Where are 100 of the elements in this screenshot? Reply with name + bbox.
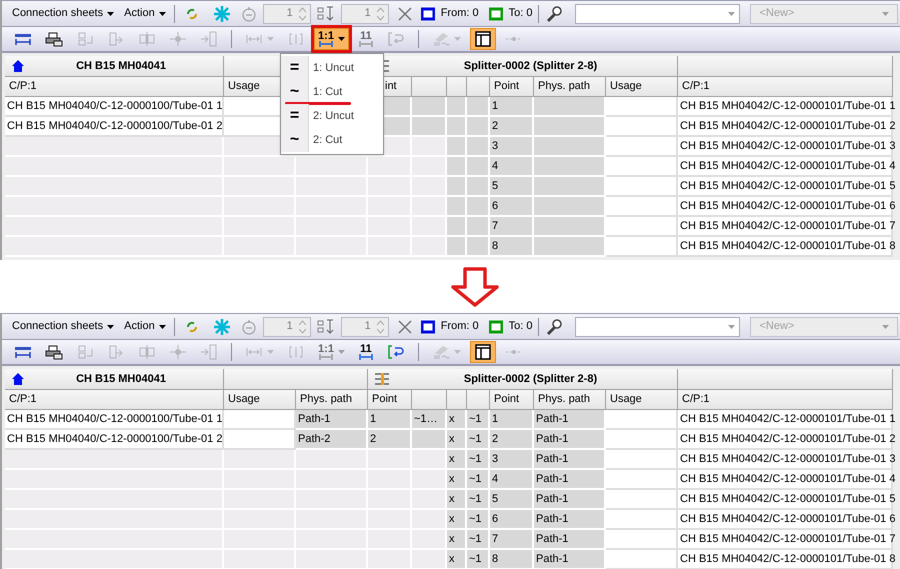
column-header[interactable]: C/P:1 — [5, 390, 224, 410]
table-cell: ~1 — [467, 430, 490, 450]
timer-icon — [240, 6, 257, 22]
table-cell: Path-1 — [534, 490, 606, 510]
column-header[interactable] — [447, 390, 467, 410]
caret-icon — [158, 324, 166, 328]
printer-icon — [45, 344, 63, 360]
table-cell: Path-1 — [534, 510, 606, 530]
column-header[interactable]: Usage — [606, 77, 678, 97]
table-cell: x — [447, 530, 467, 550]
column-header[interactable]: Phys. path — [296, 390, 368, 410]
table-cell: x — [447, 490, 467, 510]
swap-icon — [387, 344, 405, 360]
table-cell: 7 — [490, 530, 534, 550]
splitter-icon — [374, 372, 390, 386]
bracket-icon — [358, 354, 374, 360]
ratio-button[interactable]: 1:1 — [314, 28, 349, 50]
column-header[interactable] — [467, 77, 490, 97]
table-cell: 3 — [490, 137, 534, 157]
column-header[interactable]: Point — [368, 390, 412, 410]
sort-icon — [316, 318, 335, 334]
table-cell: CH B15 MH04042/C-12-0000101/Tube-01 1 — [678, 97, 893, 117]
wave-icon — [432, 31, 450, 47]
column-header[interactable] — [447, 77, 467, 97]
menu-button[interactable]: Connection sheets — [10, 5, 116, 22]
column-header[interactable]: Point — [490, 77, 534, 97]
column-header[interactable] — [412, 390, 447, 410]
table-cell: ~1 — [467, 470, 490, 490]
filter-combo[interactable] — [575, 316, 740, 336]
column-header[interactable]: Phys. path — [534, 77, 606, 97]
layout-button[interactable] — [470, 28, 496, 50]
caret-icon — [882, 12, 890, 16]
splitter-title: Splitter-0002 (Splitter 2-8) — [462, 58, 598, 74]
column-header[interactable]: C/P:1 — [678, 390, 893, 410]
table-cell: Path-1 — [534, 430, 606, 450]
menu-button[interactable]: Action — [122, 5, 168, 22]
column-header[interactable] — [467, 390, 490, 410]
ruler-icon — [14, 344, 32, 360]
node-icon — [169, 344, 187, 360]
box-in-icon — [76, 31, 94, 47]
table-cell: CH B15 MH04042/C-12-0000101/Tube-01 3 — [678, 450, 893, 470]
caret-icon — [882, 324, 890, 328]
column-header[interactable] — [412, 77, 447, 97]
timer-icon — [240, 318, 257, 334]
filter-combo[interactable] — [575, 4, 740, 24]
table-cell: CH B15 MH04040/C-12-0000100/Tube-01 2 — [5, 430, 224, 450]
caret-icon — [107, 324, 114, 328]
ratio-button[interactable]: 11 — [354, 341, 378, 363]
table-cell: ~1 — [467, 530, 490, 550]
bracket-icon — [287, 344, 305, 360]
menu-button[interactable]: Connection sheets — [10, 318, 116, 335]
column-header[interactable]: Phys. path — [534, 390, 606, 410]
spin-arrows-icon — [376, 6, 384, 20]
table-cell: ~1 — [467, 410, 490, 430]
table-cell: CH B15 MH04040/C-12-0000100/Tube-01 1 — [5, 410, 224, 430]
menu-item[interactable]: = 1: Uncut — [281, 56, 383, 80]
menu-button[interactable]: Action — [122, 318, 168, 335]
table-cell: 6 — [490, 197, 534, 217]
table-cell: Path-1 — [534, 410, 606, 430]
menu-item-glyph: ~ — [281, 128, 309, 152]
bracket-icon — [318, 354, 334, 360]
device-title: CH B15 MH04041 — [75, 58, 167, 74]
column-header[interactable]: Point — [490, 390, 534, 410]
table-cell: Path-1 — [534, 550, 606, 569]
table-cell: 4 — [490, 157, 534, 177]
table-cell: 1 — [490, 97, 534, 117]
table-cell: x — [447, 410, 467, 430]
table-cell: CH B15 MH04042/C-12-0000101/Tube-01 5 — [678, 177, 893, 197]
table-cell: 1 — [490, 410, 534, 430]
column-header[interactable]: C/P:1 — [678, 77, 893, 97]
table-cell: 5 — [490, 490, 534, 510]
table-cell: ~1 — [467, 510, 490, 530]
menu-item[interactable]: = 2: Uncut — [281, 104, 383, 128]
layout-icon — [474, 344, 492, 360]
home-icon — [11, 59, 25, 73]
table-cell: ~1… — [412, 410, 447, 430]
split-icon — [138, 344, 156, 360]
device-title: CH B15 MH04041 — [75, 372, 167, 387]
table-cell: 2 — [368, 430, 412, 450]
swap-icon — [387, 31, 405, 47]
table-cell: CH B15 MH04042/C-12-0000101/Tube-01 2 — [678, 117, 893, 137]
table-cell: CH B15 MH04042/C-12-0000101/Tube-01 7 — [678, 530, 893, 550]
table-cell: x — [447, 550, 467, 569]
table-cell: CH B15 MH04042/C-12-0000101/Tube-01 3 — [678, 137, 893, 157]
column-header[interactable]: Usage — [224, 390, 296, 410]
table-cell: CH B15 MH04042/C-12-0000101/Tube-01 7 — [678, 217, 893, 237]
menu-item[interactable]: ~ 2: Cut — [281, 128, 383, 152]
table-cell: CH B15 MH04042/C-12-0000101/Tube-01 5 — [678, 490, 893, 510]
column-header[interactable]: C/P:1 — [5, 77, 224, 97]
wrench-icon — [545, 318, 564, 336]
table-cell: CH B15 MH04042/C-12-0000101/Tube-01 4 — [678, 470, 893, 490]
layout-button[interactable] — [470, 341, 496, 363]
frame-icon — [488, 6, 503, 20]
table-cell: 2 — [490, 430, 534, 450]
table-cell: CH B15 MH04042/C-12-0000101/Tube-01 1 — [678, 410, 893, 430]
frame-icon — [488, 320, 503, 334]
frame-icon — [420, 320, 435, 334]
spin-arrows-icon — [376, 320, 384, 334]
column-header[interactable]: Usage — [606, 390, 678, 410]
table-cell: ~1 — [467, 450, 490, 470]
